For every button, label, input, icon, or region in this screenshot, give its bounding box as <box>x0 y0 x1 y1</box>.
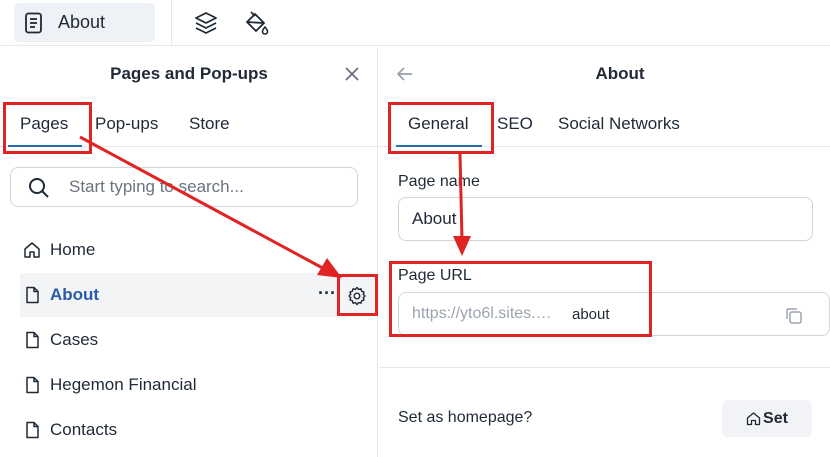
page-name-label: Page name <box>398 173 480 190</box>
page-item-label: Contacts <box>50 420 118 439</box>
copy-icon[interactable] <box>784 306 804 326</box>
page-item-cases[interactable]: Cases <box>20 318 374 362</box>
tab-social-networks[interactable]: Social Networks <box>558 101 680 147</box>
page-item-about[interactable]: About ··· <box>20 273 374 317</box>
paint-bucket-icon[interactable] <box>243 10 269 36</box>
annotation-box-general-tab <box>388 102 494 154</box>
page-name-value: About <box>412 209 457 228</box>
home-icon <box>746 412 761 426</box>
tab-store[interactable]: Store <box>189 101 230 147</box>
homepage-label: Set as homepage? <box>398 409 533 426</box>
page-item-label: Cases <box>50 330 99 349</box>
tab-seo[interactable]: SEO <box>497 101 533 147</box>
tab-popups[interactable]: Pop-ups <box>95 101 158 147</box>
page-selector[interactable]: About <box>14 3 155 42</box>
toolbar-divider <box>171 0 172 46</box>
search-icon <box>29 178 49 198</box>
page-icon <box>26 286 39 304</box>
layers-icon[interactable] <box>193 10 219 36</box>
top-bar: About <box>0 0 830 46</box>
close-icon[interactable] <box>342 64 362 84</box>
page-icon <box>26 421 39 439</box>
page-item-label: Home <box>50 240 96 259</box>
home-icon <box>24 242 40 258</box>
annotation-box-page-url <box>389 261 652 337</box>
search-input[interactable] <box>69 174 349 200</box>
search-box <box>10 167 358 207</box>
page-name-field[interactable]: About <box>398 197 813 241</box>
section-divider <box>379 367 830 368</box>
panel-title: Pages and Pop-ups <box>110 64 268 83</box>
page-item-label: Hegemon Financial <box>50 375 197 394</box>
annotation-box-pages-tab <box>3 102 92 154</box>
page-item-hegemon-financial[interactable]: Hegemon Financial <box>20 363 374 407</box>
page-settings-title: About <box>595 64 645 83</box>
back-arrow-icon[interactable] <box>395 64 415 84</box>
page-item-home[interactable]: Home <box>20 228 374 272</box>
page-icon <box>26 331 39 349</box>
page-item-label: About <box>50 285 100 304</box>
page-selector-label: About <box>58 12 106 32</box>
page-icon <box>25 12 42 33</box>
annotation-box-gear <box>337 274 378 316</box>
page-item-contacts[interactable]: Contacts <box>20 408 374 452</box>
set-homepage-button[interactable]: Set <box>722 400 812 437</box>
set-homepage-label: Set <box>763 409 788 427</box>
page-icon <box>26 376 39 394</box>
more-options-icon[interactable]: ··· <box>318 283 336 304</box>
